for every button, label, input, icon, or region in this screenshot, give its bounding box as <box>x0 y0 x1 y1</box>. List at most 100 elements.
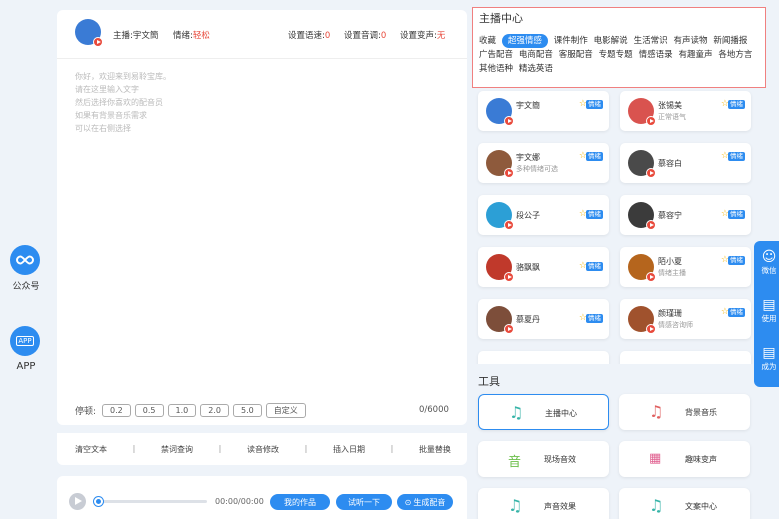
app-button[interactable]: APP <box>10 326 40 356</box>
pause-option-0-5[interactable]: 0.5 <box>134 404 164 417</box>
pause-option-1-0[interactable]: 1.0 <box>167 404 197 417</box>
anchor-name: 张锡美 <box>658 101 682 110</box>
anchor-card[interactable]: 慕容白 ☆ 情绪 <box>620 143 751 183</box>
tool-label: 声音效果 <box>544 502 576 511</box>
anchor-card[interactable] <box>478 351 609 364</box>
play-icon <box>504 168 514 178</box>
generate-button[interactable]: ⊙ 生成配音 <box>397 494 453 510</box>
pause-option-5-0[interactable]: 5.0 <box>232 404 262 417</box>
tool-anchor-center[interactable]: ♫ 主播中心 <box>478 394 609 430</box>
anchor-card[interactable]: 慕夏丹 ☆ 情绪 <box>478 299 609 339</box>
anchor-card[interactable]: 骆飘飘 ☆ 情绪 <box>478 247 609 287</box>
category-courseware[interactable]: 课件制作 <box>554 34 588 48</box>
insert-date-button[interactable]: 插入日期 <box>333 444 365 455</box>
pitch-setting[interactable]: 设置音调:0 <box>344 29 386 41</box>
tool-sound-effects[interactable]: 音 现场音效 <box>478 441 609 477</box>
speed-setting[interactable]: 设置语速:0 <box>288 29 330 41</box>
category-news[interactable]: 新闻播报 <box>713 34 747 48</box>
tool-voice-effects[interactable]: ♫ 声音效果 <box>478 488 609 519</box>
avatar <box>486 150 514 178</box>
try-listen-button[interactable]: 试听一下 <box>336 494 392 510</box>
category-service[interactable]: 客服配音 <box>559 48 593 62</box>
category-movie[interactable]: 电影解说 <box>594 34 628 48</box>
category-emotion[interactable]: 超强情感 <box>501 34 548 48</box>
pause-option-custom[interactable]: 自定义 <box>265 403 306 418</box>
pitch-label: 设置音调: <box>344 31 381 41</box>
banned-words-button[interactable]: 禁词查询 <box>161 444 193 455</box>
anchor-desc: 正常语气 <box>658 113 686 121</box>
category-topic[interactable]: 专题专题 <box>599 48 633 62</box>
anchor-avatar <box>75 19 103 47</box>
category-dialect[interactable]: 各地方言 <box>718 48 752 62</box>
category-favorites[interactable]: 收藏 <box>479 34 496 48</box>
placeholder-line: 可以在右侧选择 <box>75 124 131 133</box>
document-icon: ▤ <box>762 345 776 361</box>
float-usage[interactable]: ▤ 使用 <box>754 297 779 324</box>
play-icon <box>504 116 514 126</box>
anchor-name: 颜瑾珊 <box>658 309 682 318</box>
tool-label: 趣味变声 <box>685 455 717 464</box>
avatar <box>628 254 656 282</box>
anchor-card[interactable]: 颜瑾珊 情感咨询师 ☆ 情绪 <box>620 299 751 339</box>
float-label: 成为 <box>761 362 777 371</box>
voice-change-setting[interactable]: 设置变声:无 <box>400 29 445 41</box>
category-ecommerce[interactable]: 电商配音 <box>519 48 553 62</box>
tool-copywriting[interactable]: ♫ 文案中心 <box>619 488 750 519</box>
avatar <box>486 254 514 282</box>
anchor-card[interactable]: 张锡美 正常语气 ☆ 情绪 <box>620 91 751 131</box>
category-languages[interactable]: 其他语种 <box>479 62 513 76</box>
progress-handle[interactable] <box>94 497 103 506</box>
floating-bar: ☺ 微信 ▤ 使用 ▤ 成为 <box>754 241 779 387</box>
tool-voice-change[interactable]: ▦ 趣味变声 <box>619 441 750 477</box>
play-icon <box>646 116 656 126</box>
anchor-card[interactable]: 慕容宁 ☆ 情绪 <box>620 195 751 235</box>
float-become[interactable]: ▤ 成为 <box>754 345 779 372</box>
category-audiobook[interactable]: 有声读物 <box>673 34 707 48</box>
anchor-name: 宇文娜 <box>516 153 540 162</box>
emotion-tag: 情绪 <box>728 256 745 265</box>
float-wechat[interactable]: ☺ 微信 <box>754 249 779 276</box>
wechat-official-button[interactable] <box>10 245 40 275</box>
anchor-card[interactable]: 陌小夏 情绪主播 ☆ 情绪 <box>620 247 751 287</box>
avatar <box>628 98 656 126</box>
anchor-card[interactable]: 宇文娜 多种情绪可选 ☆ 情绪 <box>478 143 609 183</box>
voice-change-label: 设置变声: <box>400 31 437 41</box>
speed-value: 0 <box>324 31 331 41</box>
progress-track[interactable] <box>94 497 207 506</box>
emotion-setting[interactable]: 情绪:轻松 <box>173 29 210 41</box>
music-note-icon: ♫ <box>508 496 523 515</box>
my-works-button[interactable]: 我的作品 <box>270 494 330 510</box>
app-icon: APP <box>16 336 34 346</box>
play-icon <box>93 37 103 47</box>
placeholder-line: 你好，欢迎来到易聆宝库。 <box>75 72 171 81</box>
play-button[interactable] <box>69 493 86 510</box>
placeholder-line: 然后选择你喜欢的配音员 <box>75 98 163 107</box>
clear-text-button[interactable]: 清空文本 <box>75 444 107 455</box>
tool-background-music[interactable]: ♫ 背景音乐 <box>619 394 750 430</box>
sound-effect-icon: 音 <box>508 455 522 470</box>
emotion-tag: 情绪 <box>586 100 603 109</box>
anchor-card[interactable]: 段公子 ☆ 情绪 <box>478 195 609 235</box>
avatar <box>486 98 514 126</box>
text-input-area[interactable]: 你好，欢迎来到易聆宝库。 请在这里输入文字 然后选择你喜欢的配音员 如果有背景音… <box>75 70 445 390</box>
emotion-value: 轻松 <box>192 31 210 41</box>
pronunciation-button[interactable]: 读音修改 <box>247 444 279 455</box>
play-icon <box>646 324 656 334</box>
play-icon <box>646 220 656 230</box>
current-anchor: 主播:宇文簡 <box>113 31 159 41</box>
pause-option-0-2[interactable]: 0.2 <box>102 404 131 417</box>
category-english[interactable]: 精选英语 <box>519 62 553 76</box>
category-quotes[interactable]: 情感语录 <box>639 48 673 62</box>
anchor-card[interactable]: 宇文簡 ☆ 情绪 <box>478 91 609 131</box>
anchor-card[interactable] <box>620 351 751 364</box>
category-kids[interactable]: 有趣童声 <box>678 48 712 62</box>
emotion-tag: 情绪 <box>728 152 745 161</box>
pause-option-2-0[interactable]: 2.0 <box>200 404 229 417</box>
anchor-name: 陌小夏 <box>658 257 682 266</box>
category-life[interactable]: 生活常识 <box>634 34 668 48</box>
batch-replace-button[interactable]: 批量替换 <box>419 444 451 455</box>
anchor-center-title: 主播中心 <box>479 12 523 25</box>
category-ads[interactable]: 广告配音 <box>479 48 513 62</box>
ops-separator: | <box>218 444 222 453</box>
ops-separator: | <box>132 444 136 453</box>
